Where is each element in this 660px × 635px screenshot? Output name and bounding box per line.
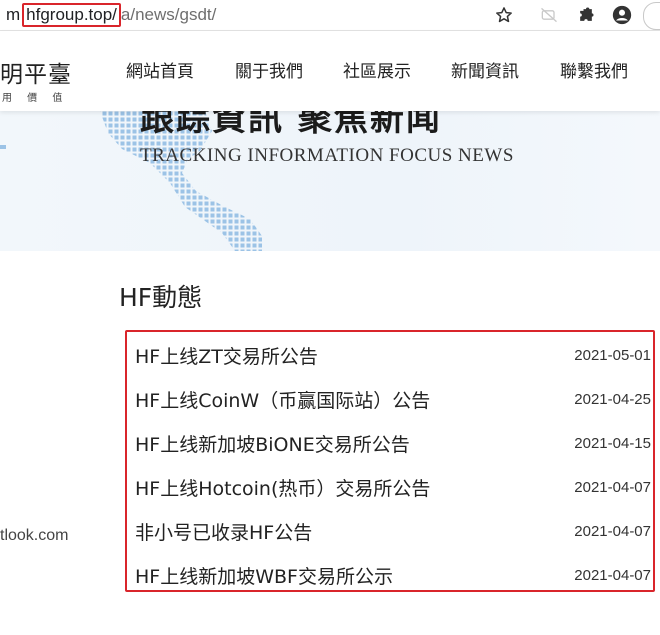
- news-date: 2021-05-01: [574, 346, 651, 364]
- news-title[interactable]: HF上线新加坡WBF交易所公示: [135, 562, 393, 589]
- news-date: 2021-04-25: [574, 390, 651, 408]
- site-logo-subtitle: 用 價 值: [2, 93, 69, 104]
- url-host-highlighted: hfgroup.top/: [22, 3, 121, 27]
- news-date: 2021-04-07: [574, 522, 651, 540]
- site-header: 明平臺 用 價 值 網站首頁 關于我們 社區展示 新聞資訊 聯繫我們: [0, 31, 660, 111]
- url-path: a/news/gsdt/: [120, 5, 217, 24]
- news-date: 2021-04-07: [574, 478, 651, 496]
- section-title: HF動態: [119, 283, 203, 312]
- news-item[interactable]: HF上线ZT交易所公告 2021-05-01: [135, 340, 651, 370]
- extension-disabled-icon[interactable]: [538, 4, 560, 26]
- sidebar-email-fragment[interactable]: tlook.com: [0, 527, 68, 545]
- url-prefix: m: [6, 5, 21, 24]
- news-title[interactable]: 非小号已收录HF公告: [135, 518, 312, 545]
- browser-address-bar: m hfgroup.top/ a/news/gsdt/: [0, 0, 660, 31]
- nav-item-contact[interactable]: 聯繫我們: [560, 57, 628, 82]
- news-item[interactable]: HF上线CoinW（币赢国际站）公告 2021-04-25: [135, 384, 651, 414]
- banner-subtitle: TRACKING INFORMATION FOCUS NEWS: [140, 145, 514, 166]
- url-field[interactable]: m hfgroup.top/ a/news/gsdt/: [6, 3, 217, 27]
- star-icon[interactable]: [493, 4, 515, 26]
- banner-title: 跟踪資訊 聚焦新闻: [140, 111, 442, 139]
- profile-menu-edge[interactable]: [643, 2, 660, 30]
- nav-item-community[interactable]: 社區展示: [343, 57, 411, 82]
- news-banner: 跟踪資訊 聚焦新闻 TRACKING INFORMATION FOCUS NEW…: [0, 111, 660, 251]
- news-item[interactable]: 非小号已收录HF公告 2021-04-07: [135, 516, 651, 546]
- news-title[interactable]: HF上线ZT交易所公告: [135, 342, 318, 369]
- nav-item-news[interactable]: 新聞資訊: [451, 57, 519, 82]
- nav-item-about[interactable]: 關于我們: [235, 57, 303, 82]
- news-title[interactable]: HF上线CoinW（币赢国际站）公告: [135, 386, 430, 413]
- nav-item-home[interactable]: 網站首頁: [126, 57, 194, 82]
- news-title[interactable]: HF上线新加坡BiONE交易所公告: [135, 430, 410, 457]
- news-item[interactable]: HF上线新加坡WBF交易所公示 2021-04-07: [135, 560, 651, 590]
- news-title[interactable]: HF上线Hotcoin(热币）交易所公告: [135, 474, 430, 501]
- news-date: 2021-04-15: [574, 434, 651, 452]
- news-item[interactable]: HF上线Hotcoin(热币）交易所公告 2021-04-07: [135, 472, 651, 502]
- news-date: 2021-04-07: [574, 566, 651, 584]
- main-nav: 網站首頁 關于我們 社區展示 新聞資訊 聯繫我們: [0, 57, 660, 82]
- puzzle-icon[interactable]: [575, 4, 597, 26]
- profile-icon[interactable]: [611, 4, 633, 26]
- news-item[interactable]: HF上线新加坡BiONE交易所公告 2021-04-15: [135, 428, 651, 458]
- news-list-highlighted: HF上线ZT交易所公告 2021-05-01 HF上线CoinW（币赢国际站）公…: [125, 330, 655, 592]
